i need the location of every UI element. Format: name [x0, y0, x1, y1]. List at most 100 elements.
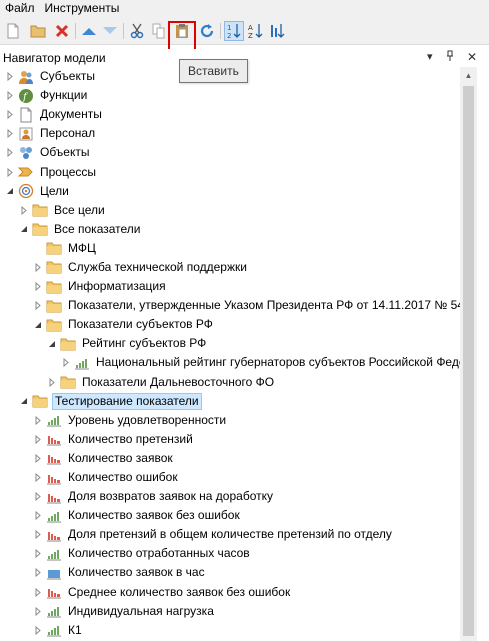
tree-node[interactable]: Количество заявок без ошибок [0, 506, 460, 525]
tree-node[interactable]: Тестирование показатели [0, 392, 460, 411]
sort-numeric-icon[interactable]: 12 [224, 21, 244, 41]
paste-icon[interactable] [173, 21, 191, 41]
delete-icon[interactable] [53, 21, 71, 41]
copy-icon[interactable] [150, 21, 168, 41]
tree-node[interactable]: Цели [0, 182, 460, 201]
expand-arrow-icon[interactable] [33, 449, 43, 468]
expand-arrow-icon[interactable] [33, 277, 43, 296]
tree-node-label: Показатели Дальневосточного ФО [82, 374, 275, 389]
collapse-arrow-icon[interactable] [19, 220, 29, 239]
menu-file[interactable]: Файл [0, 0, 40, 17]
tree-node[interactable]: Количество отработанных часов [0, 544, 460, 563]
tree-node[interactable]: Все показатели [0, 220, 460, 239]
expand-arrow-icon[interactable] [33, 430, 43, 449]
folder-icon [32, 393, 48, 409]
tree-node[interactable]: Индивидуальная нагрузка [0, 602, 460, 621]
collapse-arrow-icon[interactable] [5, 182, 15, 201]
tree-node[interactable]: Показатели, утвержденные Указом Президен… [0, 296, 460, 315]
tree-node[interactable]: Показатели Дальневосточного ФО [0, 373, 460, 392]
sort-custom-icon[interactable] [268, 21, 286, 41]
subjects-icon [18, 69, 34, 85]
expand-arrow-icon[interactable] [33, 563, 43, 582]
folder-icon [46, 298, 62, 314]
tree-node[interactable]: Документы [0, 105, 460, 124]
expand-arrow-icon[interactable] [47, 373, 57, 392]
expand-arrow-icon[interactable] [33, 487, 43, 506]
svg-text:A: A [248, 24, 253, 32]
tree-node[interactable]: Процессы [0, 162, 460, 181]
expand-arrow-icon[interactable] [33, 296, 43, 315]
folder-icon [46, 240, 62, 256]
tree-node[interactable]: Объекты [0, 143, 460, 162]
tree-node[interactable]: Персонал [0, 124, 460, 143]
tree-node[interactable]: f Функции [0, 86, 460, 105]
tree-node[interactable]: Количество заявок [0, 449, 460, 468]
tooltip: Вставить [179, 59, 248, 83]
tree-node[interactable]: Количество претензий [0, 430, 460, 449]
scroll-thumb[interactable] [463, 86, 474, 636]
tree-node[interactable]: МФЦ [0, 239, 460, 258]
tree-node-label: Количество отработанных часов [68, 546, 250, 561]
expand-arrow-icon[interactable] [33, 621, 43, 640]
expand-arrow-icon[interactable] [5, 86, 15, 105]
expand-arrow-icon[interactable] [33, 411, 43, 430]
vertical-scrollbar[interactable]: ▲ [460, 67, 477, 641]
indicator-red-icon [46, 584, 62, 600]
collapse-arrow-icon[interactable] [19, 392, 29, 411]
refresh-icon[interactable] [198, 21, 216, 41]
pin-icon[interactable] [446, 50, 454, 65]
tree-node[interactable]: Показатели субъектов РФ [0, 315, 460, 334]
move-up-icon[interactable] [80, 21, 98, 41]
collapse-arrow-icon[interactable] [47, 334, 57, 353]
tree-node-label: Функции [40, 88, 88, 103]
expand-arrow-icon[interactable] [33, 525, 43, 544]
tree-node[interactable]: Доля претензий в общем количестве претен… [0, 525, 460, 544]
expand-arrow-icon[interactable] [61, 353, 71, 372]
folder-icon [32, 202, 48, 218]
expand-arrow-icon[interactable] [5, 143, 15, 162]
expand-arrow-icon[interactable] [5, 67, 15, 86]
tree-node-label: Показатели субъектов РФ [68, 317, 213, 332]
indicator-red-icon [46, 489, 62, 505]
tree-node[interactable]: Среднее количество заявок без ошибок [0, 583, 460, 602]
folder-icon [60, 374, 76, 390]
tree-node[interactable]: Доля возвратов заявок на доработку [0, 487, 460, 506]
svg-text:1: 1 [227, 24, 231, 32]
expand-arrow-icon[interactable] [33, 506, 43, 525]
tree-node[interactable]: Уровень удовлетворенности [0, 411, 460, 430]
tree-node[interactable]: Служба технической поддержки [0, 258, 460, 277]
expand-arrow-icon[interactable] [5, 124, 15, 143]
expand-arrow-icon[interactable] [5, 105, 15, 124]
expand-arrow-icon[interactable] [33, 468, 43, 487]
new-icon[interactable] [4, 21, 22, 41]
tree-node[interactable]: Рейтинг субъектов РФ [0, 334, 460, 353]
expand-arrow-icon[interactable] [5, 163, 15, 182]
tree-node[interactable]: Национальный рейтинг губернаторов субъек… [0, 353, 460, 372]
expand-arrow-icon[interactable] [33, 544, 43, 563]
panel-close-icon[interactable]: ✕ [467, 50, 477, 64]
function-icon: f [18, 88, 34, 104]
tree-node[interactable]: Информатизация [0, 277, 460, 296]
sort-alpha-icon[interactable]: AZ [247, 21, 265, 41]
document-icon [18, 107, 34, 123]
tree-node[interactable]: Количество ошибок [0, 468, 460, 487]
tree-node[interactable]: К1 [0, 621, 460, 640]
tree-node-label: Среднее количество заявок без ошибок [68, 584, 291, 599]
panel-dropdown-icon[interactable]: ▾ [427, 50, 433, 63]
expand-arrow-icon[interactable] [33, 602, 43, 621]
scroll-up-icon[interactable]: ▲ [460, 67, 477, 84]
tree-node[interactable]: Все цели [0, 201, 460, 220]
expand-arrow-icon[interactable] [33, 258, 43, 277]
indicator-blue-icon [46, 565, 62, 581]
tree-node-label: Цели [40, 183, 69, 198]
tree-node[interactable]: Количество заявок в час [0, 563, 460, 582]
menu-tools[interactable]: Инструменты [40, 0, 125, 17]
expand-arrow-icon[interactable] [33, 583, 43, 602]
expand-arrow-icon[interactable] [19, 201, 29, 220]
open-folder-icon[interactable] [29, 21, 47, 41]
tree-node-label: Персонал [40, 126, 96, 141]
cut-icon[interactable] [128, 21, 146, 41]
tree-node-label: Показатели, утвержденные Указом Президен… [68, 298, 460, 313]
collapse-arrow-icon[interactable] [33, 315, 43, 334]
move-down-icon[interactable] [101, 21, 119, 41]
